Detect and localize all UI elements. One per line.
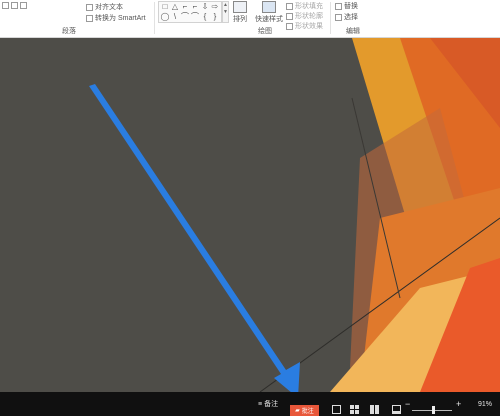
pen-icon — [286, 12, 293, 20]
status-bar — [0, 392, 500, 416]
notes-icon: ≡ — [258, 400, 263, 408]
separator — [330, 2, 331, 34]
replace-button[interactable]: 替换 — [335, 1, 358, 11]
replace-label: 替换 — [344, 3, 358, 10]
drawing-group-label: 绘图 — [258, 28, 272, 35]
zoom-in-button[interactable]: + — [456, 392, 461, 416]
shape-option[interactable]: ◯ — [160, 12, 170, 22]
shape-outline-label: 形状轮廓 — [295, 13, 323, 20]
shape-option[interactable]: □ — [160, 2, 170, 12]
convert-smartart-label: 转换为 SmartArt — [95, 15, 146, 22]
notes-label: 备注 — [264, 401, 279, 408]
shape-option[interactable]: ⌐ — [180, 2, 190, 12]
columns-icon — [20, 2, 27, 9]
shape-fill-label: 形状填充 — [295, 3, 323, 10]
shape-option[interactable]: } — [210, 12, 220, 22]
cursor-icon — [335, 13, 342, 21]
align-text-label: 对齐文本 — [95, 4, 123, 11]
ribbon: 对齐文本 转换为 SmartArt 段落 □ △ ⌐ ⌐ ⇩ ⇨ ◯ \ ⌒ ⌒{} ▲ ▼ 排列 … — [0, 0, 500, 38]
convert-smartart-button[interactable]: 转换为 SmartArt — [86, 13, 146, 23]
shape-option[interactable]: ⇨ — [210, 2, 220, 12]
separator — [154, 2, 155, 34]
shape-option[interactable]: ⌒ — [190, 12, 200, 22]
shape-option[interactable]: ⇩ — [200, 2, 210, 12]
shape-outline-button[interactable]: 形状轮廓 — [286, 11, 323, 21]
shape-effects-button[interactable]: 形状效果 — [286, 21, 323, 31]
comments-button[interactable]: ▰ 批注 — [290, 405, 319, 416]
paragraph-indent-controls[interactable] — [2, 2, 27, 9]
comment-icon: ▰ — [295, 408, 300, 414]
reading-view-icon[interactable] — [370, 405, 379, 414]
shape-option[interactable]: ⌒ — [180, 12, 190, 22]
effects-icon — [286, 22, 293, 30]
replace-icon — [335, 2, 342, 10]
arrange-button[interactable]: 排列 — [233, 1, 247, 24]
zoom-out-button[interactable]: − — [405, 392, 410, 416]
shape-fill-button[interactable]: 形状填充 — [286, 1, 323, 11]
paint-bucket-icon — [286, 2, 293, 10]
quick-styles-label: 快速样式 — [255, 16, 283, 23]
indent-icon — [2, 2, 9, 9]
slide-sorter-icon[interactable] — [350, 405, 359, 414]
shapes-scroll-button[interactable]: ▲ ▼ — [222, 1, 229, 23]
slideshow-icon[interactable] — [392, 405, 401, 414]
zoom-level[interactable]: 91% — [478, 392, 492, 416]
arrange-icon — [233, 1, 247, 13]
normal-view-icon[interactable] — [332, 405, 341, 414]
align-text-icon — [86, 3, 93, 11]
shape-option[interactable]: { — [200, 12, 210, 22]
arrange-label: 排列 — [233, 16, 247, 23]
shape-effects-label: 形状效果 — [295, 23, 323, 30]
align-text-button[interactable]: 对齐文本 — [86, 2, 123, 12]
slide-background-art — [259, 38, 500, 392]
select-label: 选择 — [344, 14, 358, 21]
slide-canvas[interactable] — [0, 38, 500, 392]
shapes-gallery[interactable]: □ △ ⌐ ⌐ ⇩ ⇨ ◯ \ ⌒ ⌒{} — [158, 1, 222, 23]
zoom-slider-knob[interactable] — [432, 406, 435, 414]
line-spacing-icon — [11, 2, 18, 9]
notes-button[interactable]: ≡ 备注 — [258, 392, 278, 416]
quick-styles-button[interactable]: 快速样式 — [255, 1, 283, 24]
paragraph-group-label: 段落 — [62, 28, 76, 35]
shape-option[interactable]: △ — [170, 2, 180, 12]
smartart-icon — [86, 14, 93, 22]
quick-styles-icon — [262, 1, 276, 13]
editing-group-label: 编辑 — [346, 28, 360, 35]
shape-option[interactable]: \ — [170, 12, 180, 22]
comments-label: 批注 — [301, 409, 314, 415]
select-button[interactable]: 选择 — [335, 12, 358, 22]
shape-option[interactable]: ⌐ — [190, 2, 200, 12]
